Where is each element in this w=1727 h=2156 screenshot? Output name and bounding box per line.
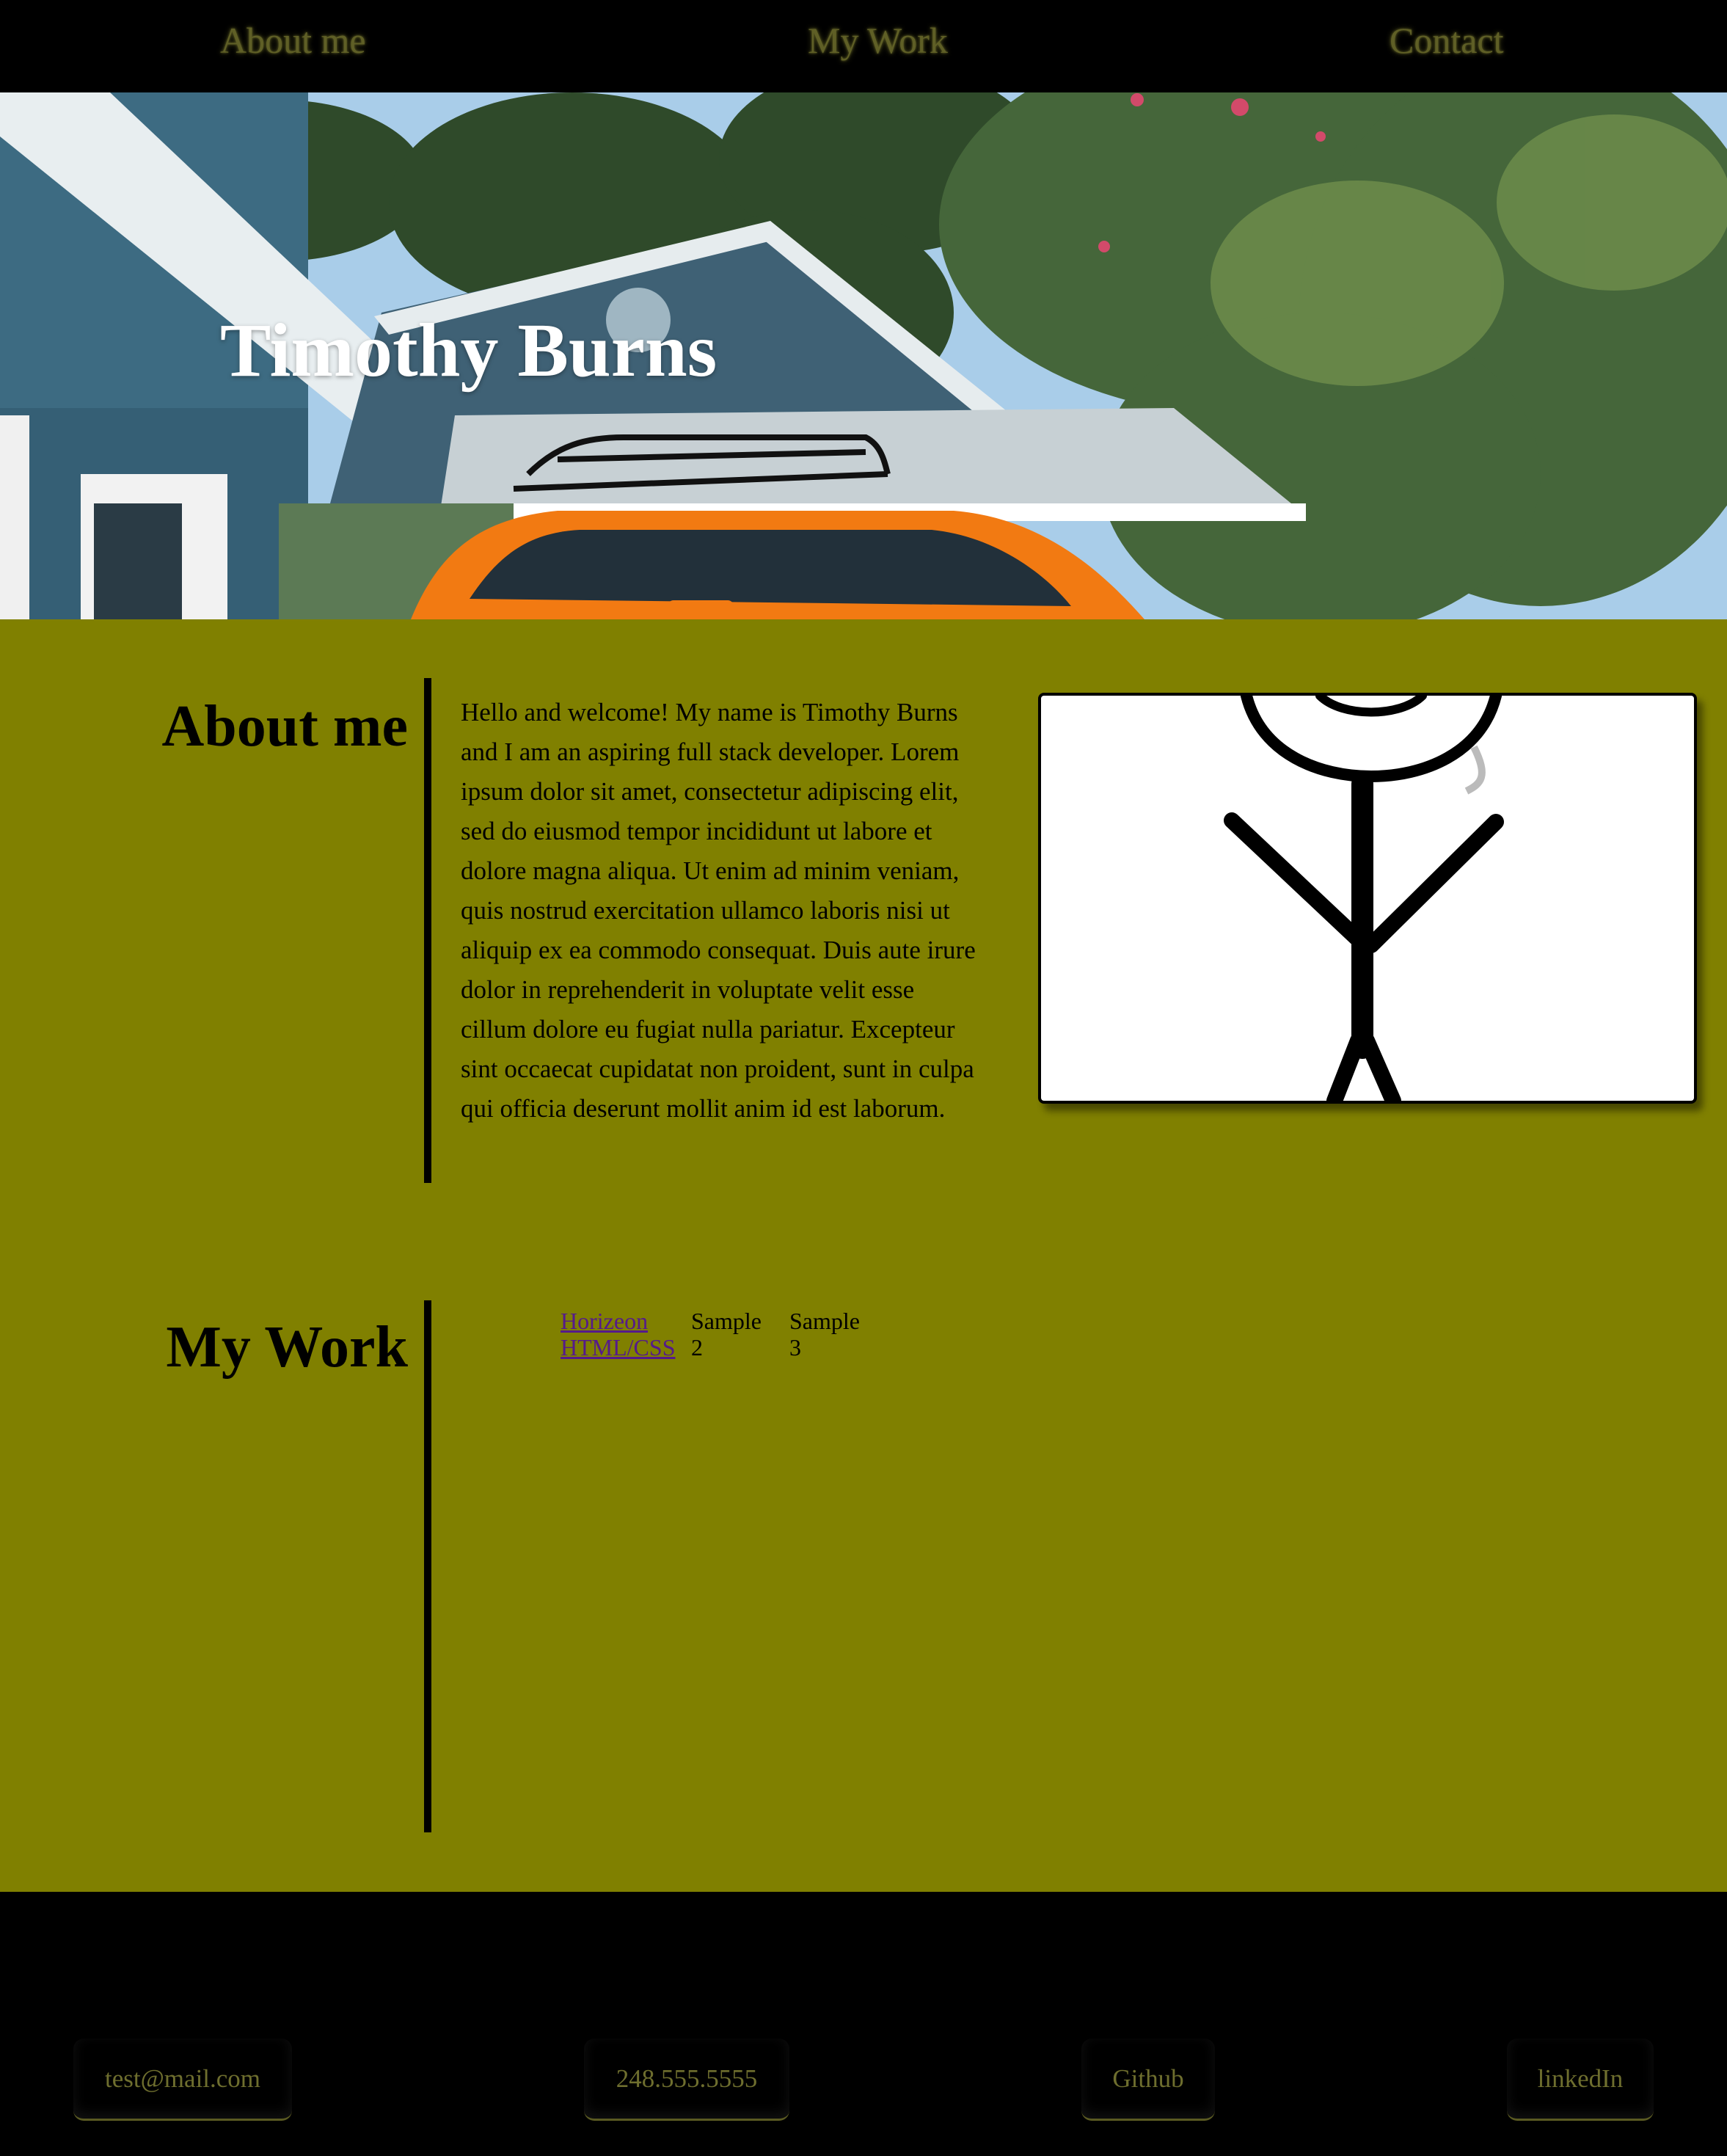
nav-about-link[interactable]: About me bbox=[220, 22, 366, 59]
profile-image bbox=[1038, 693, 1697, 1104]
footer: test@mail.com 248.555.5555 Github linked… bbox=[0, 1892, 1727, 2156]
work-item-title: Sample bbox=[789, 1308, 860, 1334]
work-item-subtitle: 2 bbox=[691, 1334, 703, 1361]
work-item[interactable]: Horizeon HTML/CSS bbox=[561, 1308, 675, 1361]
work-item-link[interactable]: Horizeon HTML/CSS bbox=[561, 1308, 675, 1361]
nav-contact-link[interactable]: Contact bbox=[1390, 22, 1504, 59]
work-item: Sample 3 bbox=[789, 1308, 860, 1361]
work-item-subtitle: 3 bbox=[789, 1334, 801, 1361]
work-item-title: Sample bbox=[691, 1308, 762, 1334]
contact-phone-link[interactable]: 248.555.5555 bbox=[584, 2039, 789, 2121]
contact-linkedin-link[interactable]: linkedIn bbox=[1507, 2039, 1654, 2121]
contact-email-link[interactable]: test@mail.com bbox=[73, 2039, 292, 2121]
nav-work-link[interactable]: My Work bbox=[808, 22, 948, 59]
top-nav: About me My Work Contact bbox=[0, 0, 1727, 92]
work-divider bbox=[424, 1300, 431, 1832]
stick-figure-image bbox=[1224, 696, 1504, 1101]
about-heading: About me bbox=[161, 694, 408, 759]
hero-title: Timothy Burns bbox=[220, 308, 718, 393]
about-divider bbox=[424, 678, 431, 1183]
hero-banner: Timothy Burns bbox=[0, 92, 1727, 619]
contact-github-link[interactable]: Github bbox=[1081, 2039, 1215, 2121]
work-item-subtitle[interactable]: HTML/CSS bbox=[561, 1334, 675, 1361]
about-text: Hello and welcome! My name is Timothy Bu… bbox=[461, 698, 976, 1123]
work-item-title[interactable]: Horizeon bbox=[561, 1308, 648, 1334]
work-heading: My Work bbox=[166, 1315, 408, 1380]
work-item: Sample 2 bbox=[691, 1308, 762, 1361]
